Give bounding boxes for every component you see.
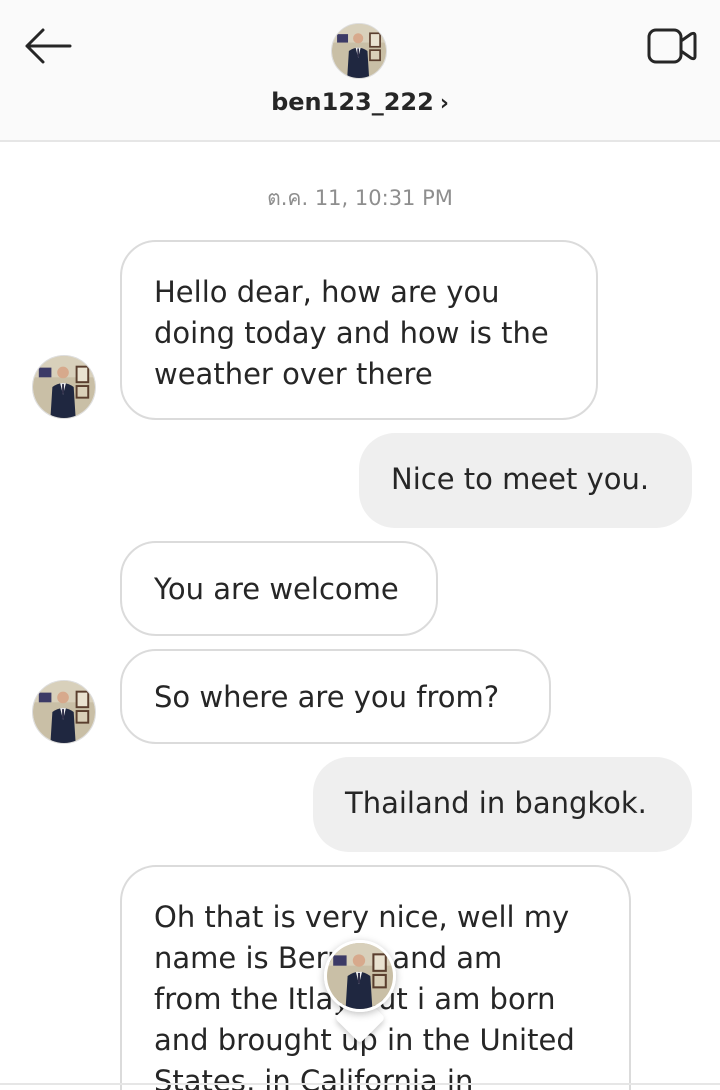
profile-photo bbox=[327, 943, 393, 1009]
message-line: You are welcome bbox=[154, 572, 399, 606]
contact-username: ben123_222 bbox=[271, 88, 434, 116]
incoming-message[interactable]: So where are you from? bbox=[120, 649, 551, 744]
sender-avatar[interactable] bbox=[32, 680, 96, 744]
chevron-right-icon: › bbox=[439, 91, 449, 116]
outgoing-message[interactable]: Nice to meet you. bbox=[359, 433, 692, 528]
contact-avatar[interactable] bbox=[331, 23, 387, 79]
floating-avatar[interactable] bbox=[324, 940, 396, 1012]
incoming-message[interactable]: Hello dear, how are you doing today and … bbox=[120, 240, 598, 420]
back-button[interactable] bbox=[20, 24, 76, 68]
message-line: Thailand in bangkok. bbox=[345, 786, 647, 820]
message-line: Oh that is very nice, well my bbox=[154, 900, 570, 934]
outgoing-message[interactable]: Thailand in bangkok. bbox=[313, 757, 692, 852]
message-line: Nice to meet you. bbox=[391, 462, 650, 496]
contact-username-link[interactable]: ben123_222 › bbox=[0, 88, 720, 116]
message-line: and brought up in the United bbox=[154, 1023, 575, 1057]
profile-photo bbox=[332, 24, 386, 78]
message-line: So where are you from? bbox=[154, 680, 500, 714]
video-call-button[interactable] bbox=[644, 24, 700, 68]
message-line: doing today and how is the bbox=[154, 316, 549, 350]
divider bbox=[0, 1083, 720, 1085]
sender-avatar[interactable] bbox=[32, 355, 96, 419]
message-timestamp: ต.ค. 11, 10:31 PM bbox=[267, 186, 453, 210]
message-line: Hello dear, how are you bbox=[154, 275, 500, 309]
profile-photo bbox=[33, 356, 95, 418]
message-line: weather over there bbox=[154, 357, 433, 391]
video-camera-icon bbox=[647, 28, 697, 64]
chat-header: ben123_222 › bbox=[0, 0, 720, 142]
arrow-left-icon bbox=[25, 28, 72, 64]
message-line: States, in California in bbox=[154, 1064, 474, 1090]
incoming-message[interactable]: You are welcome bbox=[120, 541, 438, 636]
profile-photo bbox=[33, 681, 95, 743]
